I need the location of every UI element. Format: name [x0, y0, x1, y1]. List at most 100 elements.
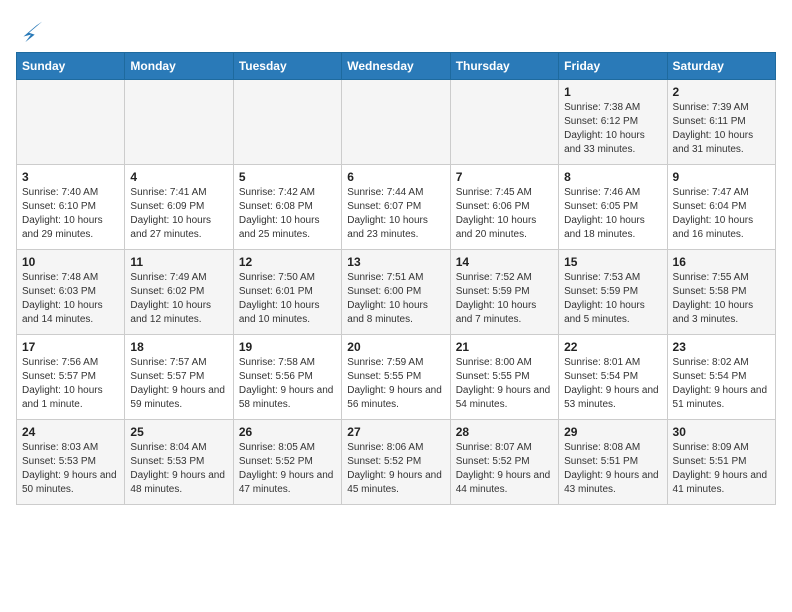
calendar-cell: 27 Sunrise: 8:06 AM Sunset: 5:52 PM Dayli… — [342, 420, 450, 505]
calendar-cell: 2 Sunrise: 7:39 AM Sunset: 6:11 PM Daylig… — [667, 80, 775, 165]
weekday-header: Thursday — [450, 53, 558, 80]
day-info: Sunrise: 7:44 AM Sunset: 6:07 PM Dayligh… — [347, 186, 444, 242]
day-info: Sunrise: 7:38 AM Sunset: 6:12 PM Dayligh… — [564, 101, 661, 157]
calendar-week-row: 3 Sunrise: 7:40 AM Sunset: 6:10 PM Daylig… — [17, 165, 776, 250]
calendar-cell: 13 Sunrise: 7:51 AM Sunset: 6:00 PM Dayli… — [342, 250, 450, 335]
logo-icon — [16, 16, 44, 44]
day-info: Sunrise: 8:05 AM Sunset: 5:52 PM Dayligh… — [239, 441, 336, 497]
day-info: Sunrise: 7:48 AM Sunset: 6:03 PM Dayligh… — [22, 271, 119, 327]
weekday-header: Sunday — [17, 53, 125, 80]
day-info: Sunrise: 7:50 AM Sunset: 6:01 PM Dayligh… — [239, 271, 336, 327]
calendar-cell: 4 Sunrise: 7:41 AM Sunset: 6:09 PM Daylig… — [125, 165, 233, 250]
weekday-header: Wednesday — [342, 53, 450, 80]
day-info: Sunrise: 8:02 AM Sunset: 5:54 PM Dayligh… — [673, 356, 770, 412]
day-number: 24 — [22, 425, 119, 439]
calendar-cell: 18 Sunrise: 7:57 AM Sunset: 5:57 PM Dayli… — [125, 335, 233, 420]
day-info: Sunrise: 8:07 AM Sunset: 5:52 PM Dayligh… — [456, 441, 553, 497]
day-info: Sunrise: 8:03 AM Sunset: 5:53 PM Dayligh… — [22, 441, 119, 497]
logo — [16, 16, 48, 44]
day-number: 26 — [239, 425, 336, 439]
day-number: 18 — [130, 340, 227, 354]
calendar-header-row: SundayMondayTuesdayWednesdayThursdayFrid… — [17, 53, 776, 80]
calendar-week-row: 10 Sunrise: 7:48 AM Sunset: 6:03 PM Dayli… — [17, 250, 776, 335]
day-number: 23 — [673, 340, 770, 354]
calendar-cell: 30 Sunrise: 8:09 AM Sunset: 5:51 PM Dayli… — [667, 420, 775, 505]
calendar-cell: 11 Sunrise: 7:49 AM Sunset: 6:02 PM Dayli… — [125, 250, 233, 335]
day-number: 3 — [22, 170, 119, 184]
day-info: Sunrise: 7:39 AM Sunset: 6:11 PM Dayligh… — [673, 101, 770, 157]
day-number: 30 — [673, 425, 770, 439]
calendar-cell: 20 Sunrise: 7:59 AM Sunset: 5:55 PM Dayli… — [342, 335, 450, 420]
calendar-cell: 8 Sunrise: 7:46 AM Sunset: 6:05 PM Daylig… — [559, 165, 667, 250]
page-header — [16, 16, 776, 44]
day-info: Sunrise: 7:46 AM Sunset: 6:05 PM Dayligh… — [564, 186, 661, 242]
calendar-cell: 12 Sunrise: 7:50 AM Sunset: 6:01 PM Dayli… — [233, 250, 341, 335]
calendar-cell: 29 Sunrise: 8:08 AM Sunset: 5:51 PM Dayli… — [559, 420, 667, 505]
day-info: Sunrise: 7:49 AM Sunset: 6:02 PM Dayligh… — [130, 271, 227, 327]
day-number: 8 — [564, 170, 661, 184]
day-info: Sunrise: 7:47 AM Sunset: 6:04 PM Dayligh… — [673, 186, 770, 242]
weekday-header: Saturday — [667, 53, 775, 80]
calendar-week-row: 17 Sunrise: 7:56 AM Sunset: 5:57 PM Dayli… — [17, 335, 776, 420]
day-number: 20 — [347, 340, 444, 354]
day-info: Sunrise: 7:57 AM Sunset: 5:57 PM Dayligh… — [130, 356, 227, 412]
day-info: Sunrise: 7:55 AM Sunset: 5:58 PM Dayligh… — [673, 271, 770, 327]
day-number: 9 — [673, 170, 770, 184]
calendar-cell: 16Sunrise: 7:55 AM Sunset: 5:58 PM Dayli… — [667, 250, 775, 335]
calendar-cell — [342, 80, 450, 165]
calendar-cell — [450, 80, 558, 165]
day-info: Sunrise: 8:09 AM Sunset: 5:51 PM Dayligh… — [673, 441, 770, 497]
calendar-week-row: 1 Sunrise: 7:38 AM Sunset: 6:12 PM Daylig… — [17, 80, 776, 165]
day-number: 12 — [239, 255, 336, 269]
calendar-cell: 5 Sunrise: 7:42 AM Sunset: 6:08 PM Daylig… — [233, 165, 341, 250]
calendar-cell: 24 Sunrise: 8:03 AM Sunset: 5:53 PM Dayli… — [17, 420, 125, 505]
day-number: 14 — [456, 255, 553, 269]
day-number: 4 — [130, 170, 227, 184]
day-info: Sunrise: 7:40 AM Sunset: 6:10 PM Dayligh… — [22, 186, 119, 242]
calendar-cell: 21Sunrise: 8:00 AM Sunset: 5:55 PM Dayli… — [450, 335, 558, 420]
day-number: 5 — [239, 170, 336, 184]
calendar-cell: 28 Sunrise: 8:07 AM Sunset: 5:52 PM Dayli… — [450, 420, 558, 505]
calendar-cell: 19 Sunrise: 7:58 AM Sunset: 5:56 PM Dayli… — [233, 335, 341, 420]
day-number: 29 — [564, 425, 661, 439]
day-info: Sunrise: 7:53 AM Sunset: 5:59 PM Dayligh… — [564, 271, 661, 327]
calendar-cell — [125, 80, 233, 165]
calendar-cell: 3 Sunrise: 7:40 AM Sunset: 6:10 PM Daylig… — [17, 165, 125, 250]
day-info: Sunrise: 7:56 AM Sunset: 5:57 PM Dayligh… — [22, 356, 119, 412]
weekday-header: Tuesday — [233, 53, 341, 80]
calendar-cell: 22 Sunrise: 8:01 AM Sunset: 5:54 PM Dayli… — [559, 335, 667, 420]
day-number: 6 — [347, 170, 444, 184]
day-info: Sunrise: 7:42 AM Sunset: 6:08 PM Dayligh… — [239, 186, 336, 242]
calendar-cell: 23 Sunrise: 8:02 AM Sunset: 5:54 PM Dayli… — [667, 335, 775, 420]
day-number: 11 — [130, 255, 227, 269]
day-info: Sunrise: 8:00 AM Sunset: 5:55 PM Dayligh… — [456, 356, 553, 412]
calendar-cell: 14 Sunrise: 7:52 AM Sunset: 5:59 PM Dayli… — [450, 250, 558, 335]
day-number: 27 — [347, 425, 444, 439]
day-info: Sunrise: 8:01 AM Sunset: 5:54 PM Dayligh… — [564, 356, 661, 412]
day-info: Sunrise: 7:52 AM Sunset: 5:59 PM Dayligh… — [456, 271, 553, 327]
day-info: Sunrise: 8:08 AM Sunset: 5:51 PM Dayligh… — [564, 441, 661, 497]
day-number: 17 — [22, 340, 119, 354]
calendar-cell: 10 Sunrise: 7:48 AM Sunset: 6:03 PM Dayli… — [17, 250, 125, 335]
day-number: 10 — [22, 255, 119, 269]
day-number: 2 — [673, 85, 770, 99]
calendar-cell: 15Sunrise: 7:53 AM Sunset: 5:59 PM Dayli… — [559, 250, 667, 335]
day-info: Sunrise: 7:41 AM Sunset: 6:09 PM Dayligh… — [130, 186, 227, 242]
day-info: Sunrise: 7:58 AM Sunset: 5:56 PM Dayligh… — [239, 356, 336, 412]
day-number: 19 — [239, 340, 336, 354]
day-number: 1 — [564, 85, 661, 99]
calendar-cell: 1 Sunrise: 7:38 AM Sunset: 6:12 PM Daylig… — [559, 80, 667, 165]
day-info: Sunrise: 7:59 AM Sunset: 5:55 PM Dayligh… — [347, 356, 444, 412]
calendar-cell — [233, 80, 341, 165]
calendar-cell: 7Sunrise: 7:45 AM Sunset: 6:06 PM Daylig… — [450, 165, 558, 250]
day-number: 13 — [347, 255, 444, 269]
day-number: 28 — [456, 425, 553, 439]
calendar-cell: 6 Sunrise: 7:44 AM Sunset: 6:07 PM Daylig… — [342, 165, 450, 250]
calendar-cell: 25Sunrise: 8:04 AM Sunset: 5:53 PM Dayli… — [125, 420, 233, 505]
day-number: 22 — [564, 340, 661, 354]
day-info: Sunrise: 7:51 AM Sunset: 6:00 PM Dayligh… — [347, 271, 444, 327]
calendar-week-row: 24 Sunrise: 8:03 AM Sunset: 5:53 PM Dayli… — [17, 420, 776, 505]
day-number: 7 — [456, 170, 553, 184]
day-number: 25 — [130, 425, 227, 439]
day-info: Sunrise: 8:06 AM Sunset: 5:52 PM Dayligh… — [347, 441, 444, 497]
